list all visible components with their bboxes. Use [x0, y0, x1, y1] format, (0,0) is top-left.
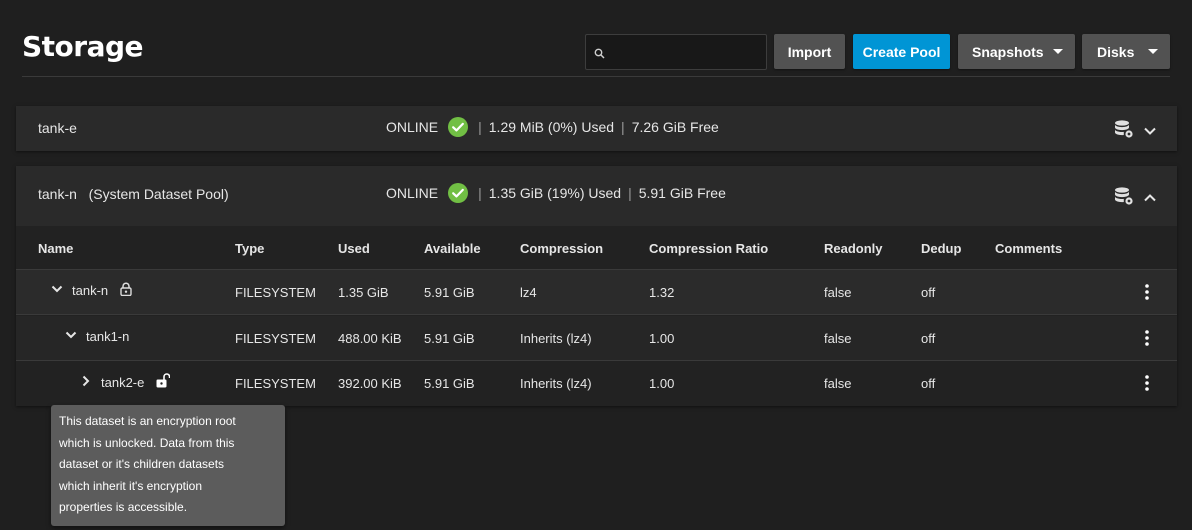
- column-header-compression[interactable]: Compression: [520, 241, 603, 256]
- disks-menu-button[interactable]: Disks: [1082, 34, 1170, 69]
- table-row[interactable]: tank1-n FILESYSTEM 488.00 KiB 5.91 GiB I…: [16, 316, 1177, 361]
- pool-status-text: ONLINE: [386, 119, 439, 135]
- header-divider: [22, 76, 1170, 77]
- separator: |: [478, 119, 482, 135]
- dataset-readonly: false: [824, 285, 852, 300]
- pool-status-text: ONLINE: [386, 185, 439, 201]
- pool-name: tank-e: [38, 120, 77, 136]
- page-title: Storage: [22, 30, 144, 63]
- dataset-compression: Inherits (lz4): [520, 376, 592, 391]
- column-header-used[interactable]: Used: [338, 241, 370, 256]
- snapshots-button-label: Snapshots: [972, 43, 1044, 60]
- dataset-compression: lz4: [520, 285, 537, 300]
- dataset-name: tank2-e: [101, 374, 145, 390]
- dataset-dedup: off: [921, 376, 936, 391]
- more-vert-icon[interactable]: [1145, 284, 1149, 303]
- column-header-compression-ratio[interactable]: Compression Ratio: [649, 241, 768, 256]
- pool-used: 1.29 MiB (0%) Used: [488, 119, 615, 135]
- separator: |: [478, 185, 482, 201]
- pool-card-tank-n: tank-n (System Dataset Pool) ONLINE | 1.…: [16, 166, 1177, 406]
- table-header: Name Type Used Available Compression Com…: [16, 226, 1177, 270]
- import-button-label: Import: [787, 43, 832, 60]
- create-pool-button[interactable]: Create Pool: [853, 34, 950, 69]
- pool-status: ONLINE | 1.35 GiB (19%) Used | 5.91 GiB …: [386, 182, 726, 204]
- dataset-name: tank-n: [72, 283, 109, 298]
- dataset-type: FILESYSTEM: [235, 376, 316, 391]
- dataset-compression-ratio: 1.00: [649, 376, 675, 391]
- tooltip-line: which is unlocked. Data from this: [59, 435, 235, 450]
- column-header-available[interactable]: Available: [424, 241, 481, 256]
- chevron-down-icon[interactable]: [1143, 123, 1157, 141]
- table-row[interactable]: tank-n FILESYSTEM 1.35 GiB 5.91 GiB lz4 …: [16, 270, 1177, 315]
- database-gear-icon[interactable]: [1113, 119, 1135, 144]
- pool-header: tank-n (System Dataset Pool) ONLINE | 1.…: [16, 166, 1177, 226]
- pool-status: ONLINE | 1.29 MiB (0%) Used | 7.26 GiB F…: [386, 116, 719, 138]
- tooltip-line: properties is accessible.: [59, 500, 188, 514]
- column-header-type[interactable]: Type: [235, 241, 264, 256]
- lock-open-icon[interactable]: [156, 373, 171, 391]
- dataset-name-cell: tank2-e: [79, 373, 171, 391]
- dataset-type: FILESYSTEM: [235, 331, 316, 346]
- tooltip-line: This dataset is an encryption root: [59, 414, 236, 428]
- dataset-readonly: false: [824, 331, 852, 346]
- separator: |: [621, 119, 625, 135]
- dataset-type: FILESYSTEM: [235, 285, 316, 300]
- dataset-readonly: false: [824, 376, 852, 391]
- create-pool-button-label: Create Pool: [862, 43, 941, 60]
- column-header-comments[interactable]: Comments: [995, 241, 1062, 256]
- dataset-compression-ratio: 1.32: [649, 285, 675, 300]
- search-box[interactable]: [585, 34, 767, 70]
- import-button[interactable]: Import: [774, 34, 845, 69]
- disks-button-label: Disks: [1097, 43, 1135, 60]
- chevron-right-icon[interactable]: [79, 374, 93, 391]
- pool-free: 5.91 GiB Free: [638, 185, 726, 201]
- search-input[interactable]: [608, 35, 764, 69]
- tooltip-line: which inherit it's encryption: [59, 478, 203, 493]
- more-vert-icon[interactable]: [1145, 330, 1149, 349]
- column-header-readonly[interactable]: Readonly: [824, 241, 883, 256]
- lock-icon[interactable]: [120, 282, 132, 299]
- pool-actions: [1113, 119, 1157, 144]
- dataset-used: 392.00 KiB: [338, 376, 402, 391]
- search-icon: [594, 46, 605, 64]
- dataset-available: 5.91 GiB: [424, 376, 475, 391]
- pool-actions: [1113, 186, 1157, 211]
- chevron-up-icon[interactable]: [1143, 190, 1157, 208]
- tooltip-line: dataset or it's children datasets: [59, 457, 225, 471]
- dataset-name-cell: tank-n: [50, 282, 132, 299]
- pool-card-tank-e: tank-e ONLINE | 1.29 MiB (0%) Used | 7.2…: [16, 106, 1177, 151]
- dataset-used: 488.00 KiB: [338, 331, 402, 346]
- pool-name: tank-n (System Dataset Pool): [38, 186, 229, 202]
- more-vert-icon[interactable]: [1145, 375, 1149, 394]
- dataset-compression: Inherits (lz4): [520, 331, 592, 346]
- column-header-name[interactable]: Name: [38, 241, 73, 256]
- dataset-dedup: off: [921, 331, 936, 346]
- check-circle-icon: [448, 117, 469, 137]
- encryption-tooltip: This dataset is an encryption root which…: [51, 405, 285, 526]
- column-header-dedup[interactable]: Dedup: [921, 241, 961, 256]
- dataset-name-cell: tank1-n: [64, 328, 129, 345]
- dataset-dedup: off: [921, 285, 936, 300]
- pool-subtitle: (System Dataset Pool): [88, 186, 229, 202]
- caret-down-icon: [1053, 49, 1063, 54]
- pool-used: 1.35 GiB (19%) Used: [488, 185, 622, 201]
- dataset-compression-ratio: 1.00: [649, 331, 675, 346]
- dataset-used: 1.35 GiB: [338, 285, 389, 300]
- database-gear-icon[interactable]: [1113, 186, 1135, 211]
- chevron-down-icon[interactable]: [64, 328, 78, 345]
- dataset-available: 5.91 GiB: [424, 331, 475, 346]
- caret-down-icon: [1148, 49, 1158, 54]
- pool-free: 7.26 GiB Free: [631, 119, 719, 135]
- separator: |: [628, 185, 632, 201]
- check-circle-icon: [448, 183, 469, 203]
- dataset-available: 5.91 GiB: [424, 285, 475, 300]
- pool-name-text: tank-n: [38, 186, 77, 202]
- table-row[interactable]: tank2-e FILESYSTEM 392.00 KiB 5.91 GiB I…: [16, 361, 1177, 406]
- chevron-down-icon[interactable]: [50, 282, 64, 299]
- dataset-name: tank1-n: [86, 329, 130, 344]
- snapshots-menu-button[interactable]: Snapshots: [958, 34, 1075, 69]
